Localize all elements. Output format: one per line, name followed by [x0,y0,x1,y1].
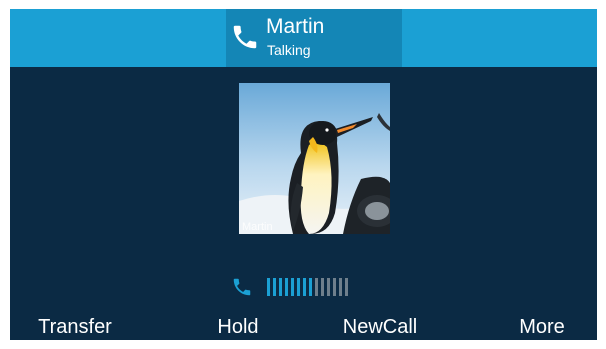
volume-bar-segment [297,278,300,296]
volume-bar-segment [267,278,270,296]
transfer-softkey[interactable]: Transfer [20,315,130,339]
volume-bar-segment [327,278,330,296]
contact-photo: Martin [239,83,390,234]
volume-indicator [230,275,430,299]
active-call-tab[interactable]: Martin Talking [226,9,402,67]
handset-icon [230,276,254,298]
caller-name: Martin [266,15,325,38]
volume-bar-segment [321,278,324,296]
volume-bar-segment [345,278,348,296]
softkey-bar: Transfer Hold NewCall More [10,309,597,340]
call-header: Martin Talking [10,9,597,67]
volume-bar-segment [273,278,276,296]
handset-icon [230,22,260,52]
phone-screen: Martin Talking Martin Transfer Hold NewC… [10,9,597,340]
volume-bar-segment [279,278,282,296]
volume-bar-segment [333,278,336,296]
volume-bar-segment [285,278,288,296]
volume-bar-segment [291,278,294,296]
volume-bar-segment [303,278,306,296]
more-softkey[interactable]: More [487,315,597,339]
volume-bar-segment [315,278,318,296]
call-status: Talking [267,42,311,58]
photo-watermark: Martin [242,221,273,233]
volume-bar-segment [309,278,312,296]
hold-softkey[interactable]: Hold [183,315,293,339]
volume-bar-segment [339,278,342,296]
newcall-softkey[interactable]: NewCall [325,315,435,339]
